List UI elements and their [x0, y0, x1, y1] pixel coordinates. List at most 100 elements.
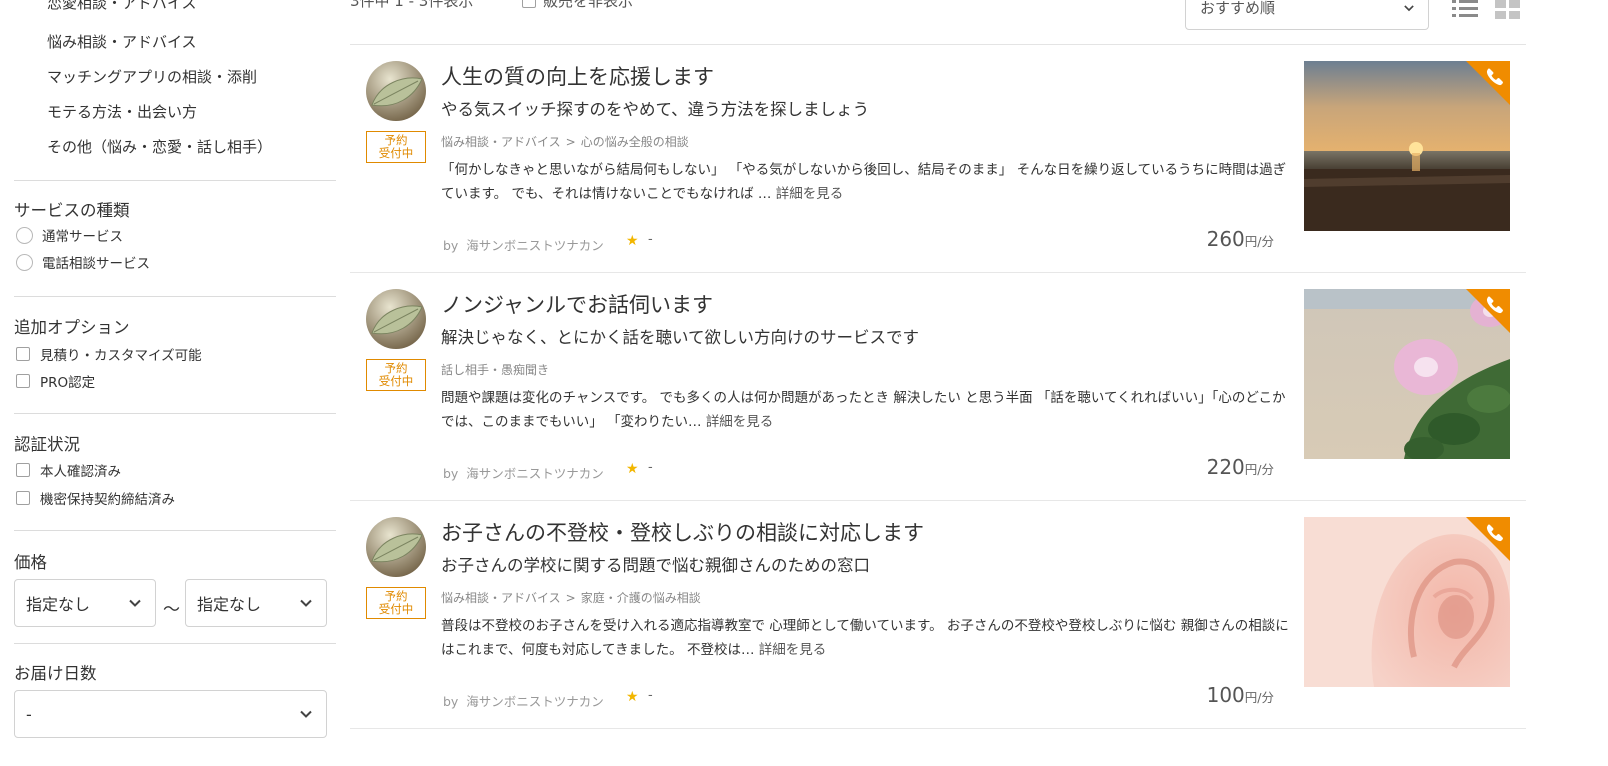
chevron-down-icon — [1404, 5, 1414, 12]
chevron-down-icon — [129, 599, 141, 607]
details-link[interactable]: 詳細を見る — [776, 186, 844, 202]
divider — [14, 413, 336, 414]
price-max-select[interactable]: 指定なし — [185, 579, 327, 627]
divider — [14, 643, 336, 644]
additional-options-title: 追加オプション — [14, 318, 130, 337]
breadcrumb-separator: > — [565, 135, 576, 149]
rating-value: - — [648, 688, 653, 703]
subcategory-link[interactable]: 心の悩み全般の相談 — [581, 135, 689, 149]
service-card[interactable]: 予約 受付中 お子さんの不登校・登校しぶりの相談に対応します お子さんの学校に関… — [350, 501, 1526, 729]
hide-sold-checkbox[interactable] — [522, 0, 536, 8]
service-title[interactable]: 人生の質の向上を応援します — [441, 61, 714, 91]
service-title[interactable]: ノンジャンルでお話伺います — [441, 289, 713, 319]
category-link[interactable]: 悩み相談・アドバイス — [441, 591, 561, 605]
service-thumbnail[interactable] — [1304, 517, 1510, 687]
results-toolbar: 3件中 1 - 3件表示 販売を非表示 おすすめ順 — [336, 0, 1608, 45]
service-type-phone-option[interactable]: 電話相談サービス — [16, 253, 150, 272]
leaf-avatar-image — [366, 61, 426, 121]
option-identity-verified[interactable]: 本人確認済み — [16, 461, 121, 480]
service-subtitle: お子さんの学校に関する問題で悩む親御さんのための窓口 — [441, 556, 870, 575]
radio-button[interactable] — [16, 253, 33, 271]
grid-view-icon[interactable] — [1495, 0, 1521, 20]
price-title: 価格 — [14, 553, 47, 572]
rating-value: - — [648, 460, 653, 475]
filter-sidebar: 恋愛相談・アドバイス 悩み相談・アドバイス マッチングアプリの相談・添削 モテる… — [14, 0, 336, 766]
service-subtitle: やる気スイッチ探すのをやめて、違う方法を探しましょう — [441, 100, 870, 119]
checkbox[interactable] — [16, 347, 30, 361]
radio-button[interactable] — [16, 226, 33, 244]
price-unit: 円/分 — [1244, 690, 1274, 705]
badge-line: 受付中 — [378, 602, 414, 616]
select-value: 指定なし — [26, 595, 91, 614]
verification-title: 認証状況 — [14, 435, 80, 454]
option-label: 通常サービス — [42, 229, 123, 245]
delivery-days-select[interactable]: - — [14, 690, 327, 738]
delivery-days-title: お届け日数 — [14, 664, 97, 683]
select-value: - — [26, 704, 32, 724]
service-price: 100円/分 — [1198, 683, 1274, 707]
option-estimate[interactable]: 見積り・カスタマイズ可能 — [16, 345, 202, 364]
phone-icon — [1466, 289, 1510, 333]
details-link[interactable]: 詳細を見る — [706, 414, 774, 430]
category-link[interactable]: 悩み相談・アドバイス — [441, 135, 561, 149]
category-other[interactable]: その他（悩み・恋愛・話し相手） — [47, 136, 272, 157]
option-label: 電話相談サービス — [42, 256, 150, 272]
option-pro[interactable]: PRO認定 — [16, 372, 96, 391]
price-min-select[interactable]: 指定なし — [14, 579, 156, 627]
reservation-badge: 予約 受付中 — [366, 131, 426, 163]
seller-avatar[interactable] — [366, 61, 426, 121]
service-card[interactable]: 予約 受付中 ノンジャンルでお話伺います 解決じゃなく、とにかく話を聴いて欲しい… — [350, 273, 1526, 501]
price-value: 220 — [1206, 455, 1245, 479]
service-thumbnail[interactable] — [1304, 61, 1510, 231]
seller-avatar[interactable] — [366, 517, 426, 577]
checkbox[interactable] — [16, 491, 30, 505]
result-count: 3件中 1 - 3件表示 — [350, 0, 474, 10]
reservation-badge: 予約 受付中 — [366, 359, 426, 391]
service-card[interactable]: 予約 受付中 人生の質の向上を応援します やる気スイッチ探すのをやめて、違う方法… — [350, 45, 1526, 273]
service-type-normal-option[interactable]: 通常サービス — [16, 226, 123, 245]
category-breadcrumb: 悩み相談・アドバイス > 心の悩み全般の相談 — [441, 133, 689, 150]
seller-byline: by 海サンボニストツナカン — [443, 463, 604, 482]
option-nda[interactable]: 機密保持契約締結済み — [16, 489, 175, 508]
checkbox[interactable] — [16, 374, 30, 388]
badge-line: 受付中 — [378, 146, 414, 160]
service-description: 「何かしなきゃと思いながら結局何もしない」 「やる気がしないから後回し、結局その… — [441, 158, 1289, 206]
seller-avatar[interactable] — [366, 289, 426, 349]
hide-sold-label[interactable]: 販売を非表示 — [543, 0, 633, 11]
rating-value: - — [648, 232, 653, 247]
seller-name[interactable]: 海サンボニストツナカン — [466, 466, 604, 481]
list-view-icon[interactable] — [1452, 0, 1478, 20]
leaf-avatar-image — [366, 289, 426, 349]
price-unit: 円/分 — [1244, 234, 1274, 249]
category-breadcrumb: 悩み相談・アドバイス > 家庭・介護の悩み相談 — [441, 589, 701, 606]
option-label: 本人確認済み — [40, 464, 121, 480]
by-label: by — [443, 694, 459, 709]
sort-select[interactable]: おすすめ順 — [1185, 0, 1429, 30]
reservation-badge: 予約 受付中 — [366, 587, 426, 619]
category-worry-advice[interactable]: 悩み相談・アドバイス — [47, 31, 197, 52]
option-label: PRO認定 — [40, 375, 96, 391]
subcategory-link[interactable]: 家庭・介護の悩み相談 — [581, 591, 701, 605]
service-thumbnail[interactable] — [1304, 289, 1510, 459]
service-description: 問題や課題は変化のチャンスです。 でも多くの人は何か問題があったとき 解決したい… — [441, 386, 1289, 434]
option-label: 見積り・カスタマイズ可能 — [40, 348, 202, 364]
details-link[interactable]: 詳細を見る — [759, 642, 827, 658]
seller-byline: by 海サンボニストツナカン — [443, 691, 604, 710]
service-subtitle: 解決じゃなく、とにかく話を聴いて欲しい方向けのサービスです — [441, 328, 920, 347]
service-title[interactable]: お子さんの不登校・登校しぶりの相談に対応します — [441, 517, 924, 547]
service-price: 220円/分 — [1198, 455, 1274, 479]
category-link[interactable]: 話し相手・愚痴聞き — [441, 363, 549, 377]
price-value: 100 — [1206, 683, 1245, 707]
category-matching-app[interactable]: マッチングアプリの相談・添削 — [47, 66, 257, 87]
description-text: 普段は不登校のお子さんを受け入れる適応指導教室で 心理師として働いています。 お… — [441, 618, 1289, 658]
seller-name[interactable]: 海サンボニストツナカン — [466, 694, 604, 709]
price-unit: 円/分 — [1244, 462, 1274, 477]
category-love-advice[interactable]: 恋愛相談・アドバイス — [47, 0, 197, 13]
chevron-down-icon — [300, 710, 312, 718]
checkbox[interactable] — [16, 463, 30, 477]
phone-icon — [1466, 517, 1510, 561]
category-popularity[interactable]: モテる方法・出会い方 — [47, 101, 197, 122]
seller-name[interactable]: 海サンボニストツナカン — [466, 238, 604, 253]
by-label: by — [443, 466, 459, 481]
category-breadcrumb: 話し相手・愚痴聞き — [441, 361, 549, 378]
